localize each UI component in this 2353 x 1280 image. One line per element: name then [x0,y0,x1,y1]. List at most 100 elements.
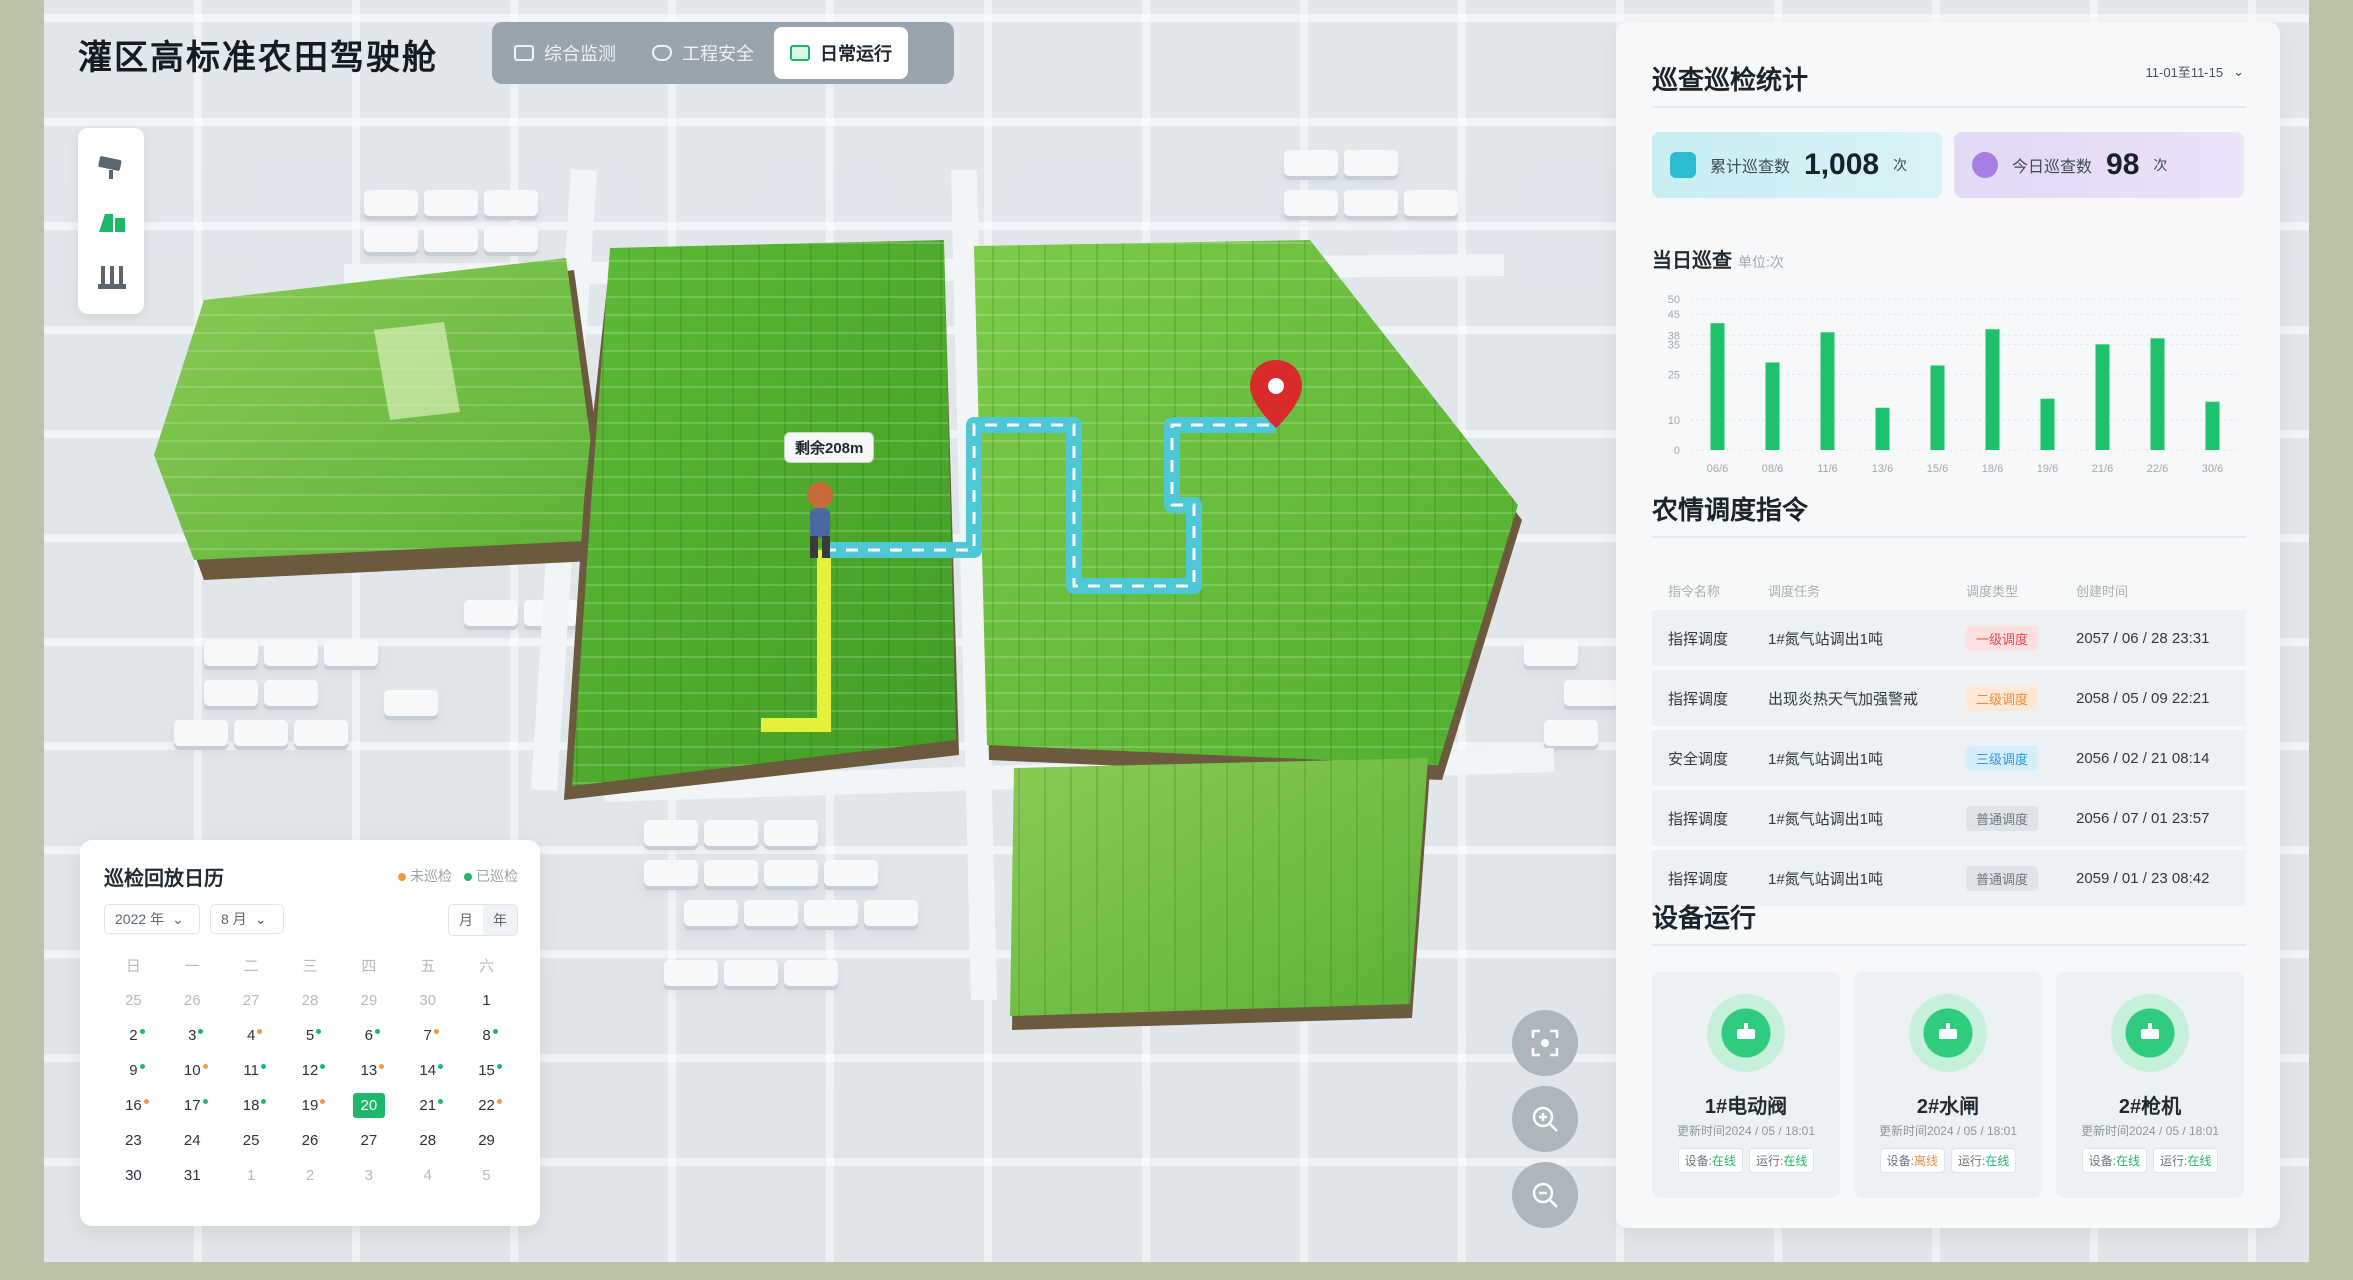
calendar-day[interactable]: 28 [398,1132,457,1149]
zoom-out-button[interactable] [1512,1162,1578,1228]
calendar-day[interactable]: 10 [163,1062,222,1079]
tab-comprehensive-monitoring[interactable]: 综合监测 [498,27,632,79]
calendar-day[interactable]: 1 [222,1167,281,1184]
calendar-day[interactable]: 4 [398,1167,457,1184]
calendar-day-number: 30 [419,992,437,1009]
zoom-in-button[interactable] [1512,1086,1578,1152]
calendar-day[interactable]: 21 [398,1097,457,1114]
calendar-day-number: 15 [478,1062,495,1079]
farmland-icon[interactable] [95,204,129,238]
view-mode-month[interactable]: 月 [449,905,483,935]
date-range-select[interactable]: 11-01至11-15 ⌄ [2146,62,2244,81]
calendar-week: 2 3 4 5 6 7 8 [104,1018,516,1053]
calendar-day[interactable]: 22 [457,1097,516,1114]
calendar-day-number: 20 [352,1093,386,1118]
chart-bar[interactable] [1765,362,1780,450]
calendar-day[interactable]: 6 [339,1027,398,1044]
chart-bar[interactable] [1820,332,1835,450]
locate-button[interactable] [1512,1010,1578,1076]
calendar-day[interactable]: 9 [104,1062,163,1079]
calendar-day[interactable]: 2 [104,1027,163,1044]
status-dot [320,1064,326,1069]
chart-bar[interactable] [2205,401,2220,450]
dispatch-title: 农情调度指令 [1652,495,1809,525]
calendar-day[interactable]: 12 [281,1062,340,1079]
dispatch-task: 1#氮气站调出1吨 [1768,630,1884,648]
calendar-day-number: 1 [482,992,491,1009]
weekday-label: 四 [361,958,377,975]
calendar-day[interactable]: 17 [163,1097,222,1114]
calendar-day[interactable]: 5 [281,1027,340,1044]
field-plot-west[interactable] [154,258,614,580]
calendar-day[interactable]: 7 [398,1027,457,1044]
device-card[interactable]: 2#枪机 更新时间2024 / 05 / 18:01 设备:在线 运行:在线 [2056,972,2244,1198]
status-dot [139,1029,145,1034]
dispatch-type: 二级调度 [1950,685,2060,711]
calendar-day[interactable]: 25 [104,992,163,1009]
calendar-day-number: 8 [482,1027,491,1044]
tab-engineering-safety[interactable]: 工程安全 [636,27,770,79]
chart-bar[interactable] [2150,338,2165,450]
device-status-tag: 设备:在线 [1677,1148,1743,1173]
facility-icon[interactable] [95,260,129,294]
calendar-day[interactable]: 31 [163,1167,222,1184]
field-plot-south[interactable] [1010,758,1430,1030]
device-card[interactable]: 1#电动阀 更新时间2024 / 05 / 18:01 设备:在线 运行:在线 [1652,972,1840,1198]
device-card[interactable]: 2#水闸 更新时间2024 / 05 / 18:01 设备:离线 运行:在线 [1854,972,2042,1198]
calendar-day[interactable]: 2 [281,1167,340,1184]
calendar-day[interactable]: 8 [457,1027,516,1044]
calendar-day[interactable]: 1 [457,992,516,1009]
table-row[interactable]: 指挥调度 1#氮气站调出1吨 普通调度 2056 / 07 / 01 23:57 [1652,790,2246,850]
today-patrol-card: 今日巡查数 98 次 [1954,132,2244,198]
calendar-day[interactable]: 4 [222,1027,281,1044]
calendar-day[interactable]: 3 [339,1167,398,1184]
calendar-day[interactable]: 25 [222,1132,281,1149]
table-row[interactable]: 指挥调度 出现炎热天气加强警戒 二级调度 2058 / 05 / 09 22:21 [1652,670,2246,730]
chart-bar[interactable] [2040,398,2055,450]
weekday-header: 日一二三四五六 [104,948,516,983]
tab-daily-operation[interactable]: 日常运行 [774,27,908,79]
camera-icon[interactable] [95,150,129,184]
calendar-day[interactable]: 29 [457,1132,516,1149]
calendar-day[interactable]: 3 [163,1027,222,1044]
calendar-day[interactable]: 18 [222,1097,281,1114]
field-plot-center[interactable] [564,240,959,800]
calendar-day[interactable]: 14 [398,1062,457,1079]
table-row[interactable]: 指挥调度 1#氮气站调出1吨 一级调度 2057 / 06 / 28 23:31 [1652,610,2246,670]
calendar-day[interactable]: 20 [339,1093,398,1118]
calendar-day[interactable]: 30 [398,992,457,1009]
table-row[interactable]: 安全调度 1#氮气站调出1吨 三级调度 2056 / 02 / 21 08:14 [1652,730,2246,790]
chart-bar[interactable] [1930,365,1945,450]
calendar-day[interactable]: 26 [281,1132,340,1149]
calendar-day[interactable]: 5 [457,1167,516,1184]
calendar-day[interactable]: 29 [339,992,398,1009]
dispatch-type-badge: 二级调度 [1966,685,2039,711]
calendar-day[interactable]: 30 [104,1167,163,1184]
chart-bar[interactable] [1985,329,2000,450]
calendar-day-number: 29 [360,992,378,1009]
weekday-label: 二 [243,958,259,975]
calendar-day[interactable]: 27 [222,992,281,1009]
calendar-day[interactable]: 11 [222,1062,281,1079]
year-select[interactable]: 2022 年 ⌄ [104,904,200,934]
field-plot-east[interactable] [974,240,1522,780]
calendar-day[interactable]: 26 [163,992,222,1009]
calendar-day[interactable]: 24 [163,1132,222,1149]
month-select[interactable]: 8 月 ⌄ [210,904,284,934]
chart-bar[interactable] [2095,344,2110,450]
calendar-day[interactable]: 27 [339,1132,398,1149]
calendar-day[interactable]: 23 [104,1132,163,1149]
month-select-value: 8 月 [221,911,247,927]
calendar-day[interactable]: 13 [339,1062,398,1079]
calendar-day[interactable]: 16 [104,1097,163,1114]
calendar-week: 16 17 18 19 20 21 22 [104,1088,516,1123]
view-mode-year[interactable]: 年 [483,905,517,935]
calendar-day[interactable]: 15 [457,1062,516,1079]
weekday-label: 一 [184,958,200,975]
calendar-day[interactable]: 19 [281,1097,340,1114]
run-status-value: 在线 [1985,1154,2010,1168]
chart-bar[interactable] [1710,323,1725,450]
calendar-day[interactable]: 28 [281,992,340,1009]
dispatch-table: 指令名称 调度任务 调度类型 创建时间 指挥调度 1#氮气站调出1吨 一级调度 2057 / … [1652,570,2246,910]
chart-bar[interactable] [1875,407,1890,450]
